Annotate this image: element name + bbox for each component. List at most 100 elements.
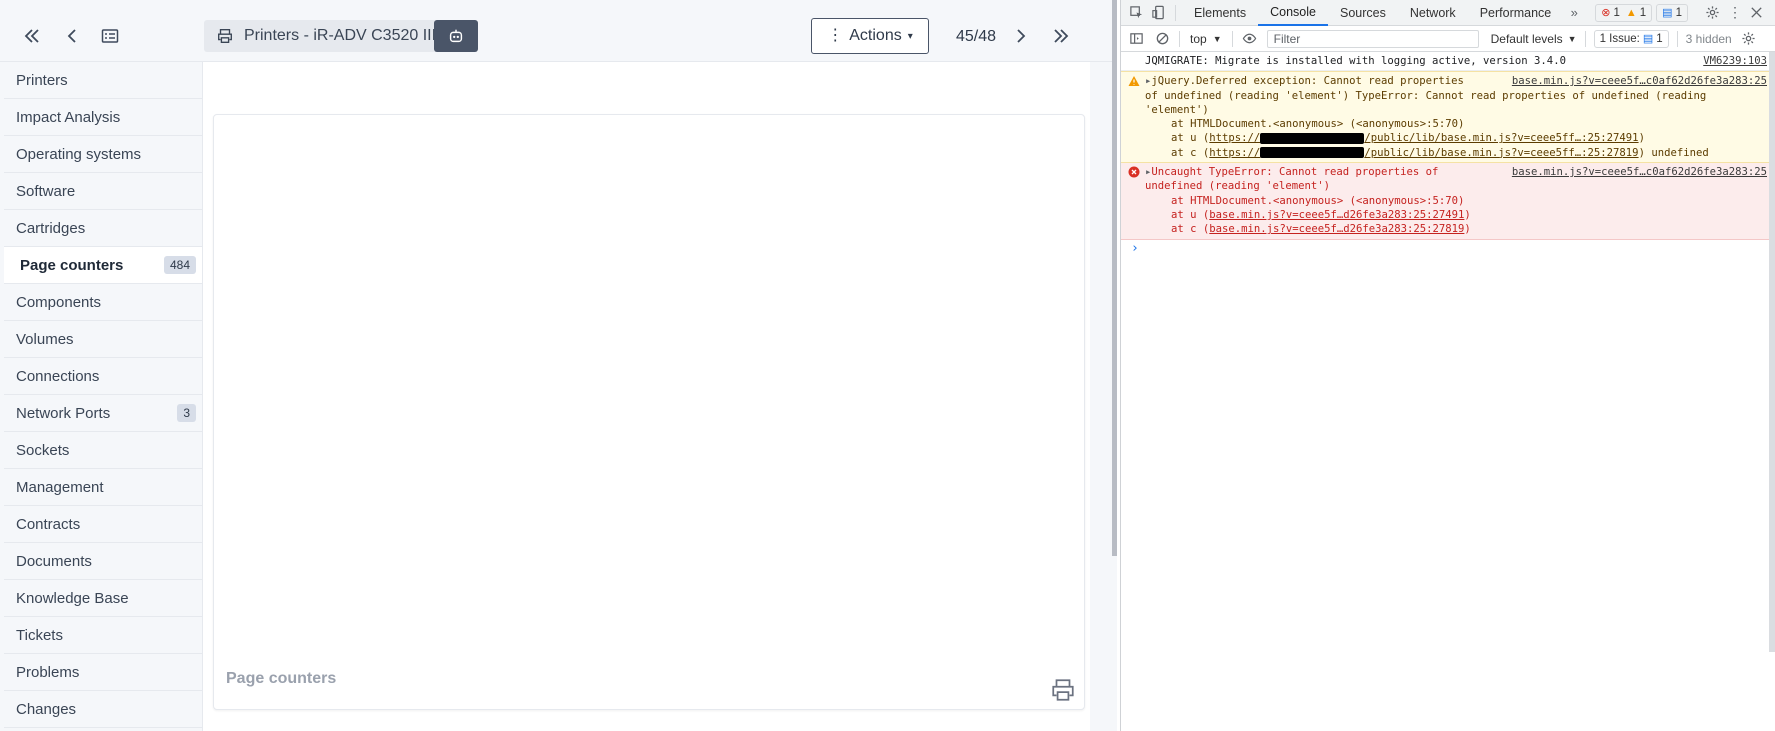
sidebar-item[interactable]: Knowledge Base: [4, 580, 202, 617]
previous-record-button[interactable]: [58, 22, 86, 50]
devtools-tab[interactable]: Console: [1258, 0, 1328, 26]
stack-link[interactable]: https:// /public/lib/base.min.js?v=ceee5f…: [1209, 132, 1638, 144]
sidebar-item[interactable]: Network Ports 3: [4, 395, 202, 432]
error-source-link[interactable]: base.min.js?v=ceee5f…c0af62d26fe3a283:25: [1512, 165, 1767, 179]
devtools-scrollbar[interactable]: [1769, 52, 1775, 652]
console-toolbar: top ▼ Filter Default levels ▼ 1 Issue: ▤…: [1121, 26, 1775, 52]
sidebar-item[interactable]: Software: [4, 173, 202, 210]
stack-suffix: ): [1638, 132, 1645, 145]
console-filter-input[interactable]: Filter: [1266, 29, 1479, 48]
printer-icon[interactable]: [1050, 677, 1076, 703]
live-expression-button[interactable]: [1239, 28, 1261, 50]
devtools-tab[interactable]: Performance: [1468, 0, 1564, 26]
sidebar-item[interactable]: Changes: [4, 691, 202, 728]
first-record-button[interactable]: [18, 22, 46, 50]
double-chevron-right-icon: [1054, 29, 1069, 43]
devtools-tabbar: Elements Console Sources Network Performance…: [1121, 0, 1775, 26]
console-settings-button[interactable]: [1738, 28, 1760, 50]
chevron-left-icon: [67, 29, 76, 43]
devtools-tab[interactable]: Sources: [1328, 0, 1398, 26]
device-toolbar-button[interactable]: [1147, 2, 1169, 24]
item-title-text: Printers - iR-ADV C3520 III: [244, 27, 437, 44]
app-window: Printers - iR-ADV C3520 III ⋮ Actions ▾ …: [0, 0, 1117, 731]
warning-stack-line: at c (https:// /public/lib/base.min.js?v=…: [1145, 146, 1753, 160]
next-record-button[interactable]: [1007, 22, 1035, 50]
context-value: top: [1190, 31, 1207, 46]
printer-icon: [218, 29, 232, 43]
console-warning-message: ▸jQuery.Deferred exception: Cannot read …: [1121, 71, 1775, 164]
actions-label: Actions: [849, 27, 902, 44]
sidebar-item[interactable]: Printers: [4, 62, 202, 99]
robot-icon: [449, 29, 463, 43]
clear-console-button[interactable]: [1151, 28, 1173, 50]
sidebar-item[interactable]: Connections: [4, 358, 202, 395]
settings-button[interactable]: [1702, 2, 1724, 24]
log-source-link[interactable]: VM6239:103: [1703, 54, 1767, 68]
sidebar-item[interactable]: Documents: [4, 543, 202, 580]
last-record-button[interactable]: [1047, 22, 1075, 50]
sidebar-item[interactable]: Impact Analysis: [4, 99, 202, 136]
issues-label: 1 Issue:: [1599, 32, 1640, 45]
log-levels-dropdown[interactable]: Default levels ▼: [1491, 32, 1577, 46]
chevron-down-icon: ▼: [1212, 33, 1222, 44]
gear-icon: [1742, 32, 1755, 45]
devtools-tab[interactable]: Network: [1398, 0, 1468, 26]
more-tabs-button[interactable]: »: [1563, 2, 1585, 24]
sidebar-item-label: Knowledge Base: [16, 589, 129, 607]
toolbar-divider: [1584, 30, 1586, 47]
tab-divider: [1175, 4, 1176, 21]
message-counter[interactable]: ▤ 1: [1656, 3, 1688, 22]
warning-source-link[interactable]: base.min.js?v=ceee5f…c0af62d26fe3a283:25: [1512, 74, 1767, 88]
stack-prefix: at u (: [1171, 132, 1210, 145]
actions-button[interactable]: ⋮ Actions ▾: [811, 18, 929, 54]
stack-link[interactable]: https:// /public/lib/base.min.js?v=ceee5f…: [1209, 147, 1638, 159]
sidebar-item[interactable]: Components: [4, 284, 202, 321]
list-icon: [101, 29, 119, 43]
show-sidebar-button[interactable]: [1125, 28, 1147, 50]
stack-link-end: /public/lib/base.min.js?v=ceee5ff…:25:27…: [1364, 132, 1639, 145]
stack-link-start: https://: [1209, 132, 1261, 145]
error-warning-counter[interactable]: ⊗ 1 ▲ 1: [1595, 3, 1653, 22]
sidebar-item-label: Impact Analysis: [16, 108, 121, 126]
sidebar-item-label: Connections: [16, 367, 100, 385]
sidebar-item[interactable]: Cartridges: [4, 210, 202, 247]
redaction-mark: [1260, 147, 1365, 159]
list-view-button[interactable]: [96, 22, 124, 50]
devtools-tab[interactable]: Elements: [1182, 0, 1258, 26]
tabs-sidebar: Printers Impact Analysis Operating systems…: [4, 62, 202, 731]
page-scrollbar[interactable]: [1112, 0, 1117, 556]
close-devtools-button[interactable]: [1746, 2, 1768, 24]
double-chevron-right-icon: »: [1570, 5, 1578, 20]
error-stack-line: at c (base.min.js?v=ceee5f…d26fe3a283:25…: [1145, 222, 1753, 236]
sidebar-item-label: Contracts: [16, 515, 81, 533]
console-error-message: ▸Uncaught TypeError: Cannot read propert…: [1121, 163, 1775, 240]
sidebar-item-label: Changes: [16, 700, 77, 718]
warning-icon: [1128, 76, 1140, 87]
cursor-select-icon: [1129, 6, 1142, 19]
issues-button[interactable]: 1 Issue: ▤ 1: [1593, 29, 1669, 48]
sidebar-item[interactable]: Page counters 484: [4, 247, 202, 284]
robot-button[interactable]: [434, 20, 478, 52]
sidebar-item[interactable]: Sockets: [4, 432, 202, 469]
stack-link[interactable]: base.min.js?v=ceee5f…d26fe3a283:25:27819: [1209, 223, 1464, 235]
sidebar-item[interactable]: Contracts: [4, 506, 202, 543]
chevron-right-icon: [1017, 29, 1026, 43]
sidebar-item[interactable]: Management: [4, 469, 202, 506]
chevron-down-icon: ▾: [907, 30, 913, 42]
stack-suffix: ): [1464, 208, 1471, 221]
stack-prefix: at c (: [1171, 223, 1210, 236]
error-stack-line: at HTMLDocument.<anonymous> (<anonymous>…: [1171, 194, 1465, 207]
log-levels-value: Default levels: [1490, 31, 1563, 46]
sidebar-item[interactable]: Operating systems: [4, 136, 202, 173]
error-stack-line: at u (base.min.js?v=ceee5f…d26fe3a283:25…: [1145, 208, 1753, 222]
console-prompt[interactable]: ›: [1121, 240, 1775, 256]
stack-link[interactable]: base.min.js?v=ceee5f…d26fe3a283:25:27491: [1209, 209, 1464, 221]
console-log-message: JQMIGRATE: Migrate is installed with log…: [1121, 52, 1775, 72]
sidebar-item[interactable]: Tickets: [4, 617, 202, 654]
customize-menu-button[interactable]: ⋮: [1724, 2, 1746, 24]
sidebar-item[interactable]: Problems: [4, 654, 202, 691]
context-selector[interactable]: top ▼: [1186, 32, 1226, 46]
redaction-mark: [1260, 132, 1365, 144]
inspect-element-button[interactable]: [1125, 2, 1147, 24]
sidebar-item[interactable]: Volumes: [4, 321, 202, 358]
